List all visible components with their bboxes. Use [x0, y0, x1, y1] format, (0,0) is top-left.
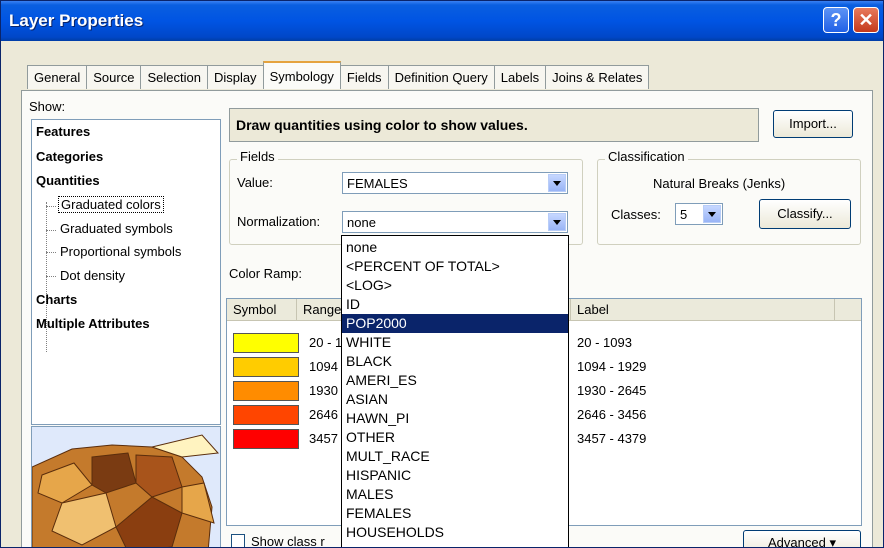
dropdown-option[interactable]: HISPANIC: [342, 466, 568, 485]
show-class-ranges-checkbox[interactable]: [231, 534, 245, 547]
dropdown-option[interactable]: OTHER: [342, 428, 568, 447]
classification-group-title: Classification: [605, 149, 688, 164]
dropdown-option[interactable]: AMERI_ES: [342, 371, 568, 390]
choropleth-map-thumbnail: [32, 427, 220, 547]
tree-item-quantities[interactable]: Quantities: [36, 173, 100, 188]
tree-item-proportional-symbols[interactable]: Proportional symbols: [60, 244, 181, 259]
tab-joins-relates[interactable]: Joins & Relates: [545, 65, 650, 89]
dropdown-option[interactable]: WHITE: [342, 333, 568, 352]
show-class-ranges-label: Show class r: [251, 534, 325, 548]
normalization-select-text: none: [347, 215, 376, 230]
tree-connector: [46, 206, 56, 207]
normalization-label: Normalization:: [237, 214, 321, 229]
classes-select[interactable]: 5: [675, 203, 723, 225]
dropdown-option[interactable]: ASIAN: [342, 390, 568, 409]
classes-label: Classes:: [611, 207, 661, 222]
label-cell[interactable]: 3457 - 4379: [577, 431, 646, 446]
title-bar[interactable]: Layer Properties ? ✕: [1, 1, 883, 41]
tree-connector: [46, 276, 56, 277]
tab-labels[interactable]: Labels: [493, 65, 547, 89]
dropdown-option[interactable]: MALES: [342, 485, 568, 504]
tree-item-features[interactable]: Features: [36, 124, 90, 139]
show-tree[interactable]: Features Categories Quantities Graduated…: [31, 119, 221, 425]
dropdown-option[interactable]: HAWN_PI: [342, 409, 568, 428]
dropdown-option[interactable]: MULT_RACE: [342, 447, 568, 466]
value-label: Value:: [237, 175, 273, 190]
symbol-swatch[interactable]: [233, 381, 299, 401]
label-column-header[interactable]: Label: [571, 299, 835, 321]
window-title: Layer Properties: [9, 11, 144, 30]
label-cell[interactable]: 20 - 1093: [577, 335, 632, 350]
symbol-column-header[interactable]: Symbol: [227, 299, 297, 321]
label-cell[interactable]: 1094 - 1929: [577, 359, 646, 374]
show-label: Show:: [29, 99, 66, 114]
tree-item-charts[interactable]: Charts: [36, 292, 77, 307]
help-button[interactable]: ?: [823, 7, 849, 33]
classification-method: Natural Breaks (Jenks): [653, 176, 786, 191]
tree-connector: [46, 252, 56, 253]
dropdown-option[interactable]: FEMALES: [342, 504, 568, 523]
tab-fields[interactable]: Fields: [339, 65, 389, 89]
label-cell[interactable]: 1930 - 2645: [577, 383, 646, 398]
description-bar: Draw quantities using color to show valu…: [229, 108, 759, 142]
symbol-swatch[interactable]: [233, 357, 299, 377]
import-button[interactable]: Import...: [773, 110, 853, 138]
tree-item-graduated-symbols[interactable]: Graduated symbols: [60, 221, 173, 236]
symbol-swatch[interactable]: [233, 429, 299, 449]
tree-connector: [46, 230, 56, 231]
symbol-swatch[interactable]: [233, 405, 299, 425]
dropdown-option[interactable]: ID: [342, 295, 568, 314]
advanced-button[interactable]: Advanced ▾: [743, 530, 861, 547]
tab-general[interactable]: General: [27, 65, 88, 89]
close-button[interactable]: ✕: [853, 7, 879, 33]
tab-symbology[interactable]: Symbology: [262, 61, 341, 89]
classes-select-text: 5: [680, 207, 688, 222]
dropdown-option[interactable]: BLACK: [342, 352, 568, 371]
tree-item-dot-density[interactable]: Dot density: [60, 268, 125, 283]
dropdown-option[interactable]: HOUSEHOLDS: [342, 523, 568, 542]
tree-item-multiple-attributes[interactable]: Multiple Attributes: [36, 316, 150, 331]
chevron-down-icon[interactable]: [548, 213, 566, 231]
symbol-swatch[interactable]: [233, 333, 299, 353]
extra-column-header: [835, 299, 861, 321]
color-ramp-label: Color Ramp:: [229, 266, 302, 281]
chevron-down-icon[interactable]: [703, 205, 721, 223]
tab-selection[interactable]: Selection: [140, 65, 208, 89]
label-cell[interactable]: 2646 - 3456: [577, 407, 646, 422]
dropdown-option[interactable]: none: [342, 238, 568, 257]
value-select[interactable]: FEMALES: [342, 172, 568, 194]
tree-item-categories[interactable]: Categories: [36, 149, 103, 164]
tree-item-graduated-colors[interactable]: Graduated colors: [58, 196, 164, 213]
classify-button[interactable]: Classify...: [759, 199, 851, 229]
tab-display[interactable]: Display: [206, 65, 264, 89]
fields-group-title: Fields: [237, 149, 278, 164]
value-select-text: FEMALES: [347, 176, 408, 191]
tab-definition-query[interactable]: Definition Query: [387, 65, 495, 89]
map-preview-image: [31, 426, 221, 547]
description-text: Draw quantities using color to show valu…: [236, 117, 528, 133]
normalization-select[interactable]: none: [342, 211, 568, 233]
layer-properties-dialog: Layer Properties ? ✕ General Source Sele…: [0, 0, 884, 548]
dropdown-option[interactable]: <LOG>: [342, 276, 568, 295]
dropdown-option[interactable]: <PERCENT OF TOTAL>: [342, 257, 568, 276]
tab-source[interactable]: Source: [86, 65, 142, 89]
normalization-dropdown-list[interactable]: none <PERCENT OF TOTAL> <LOG> ID POP2000…: [341, 235, 569, 547]
dropdown-option-selected[interactable]: POP2000: [342, 314, 568, 333]
tab-strip: General Source Selection Display Symbolo…: [27, 61, 650, 91]
chevron-down-icon[interactable]: [548, 174, 566, 192]
